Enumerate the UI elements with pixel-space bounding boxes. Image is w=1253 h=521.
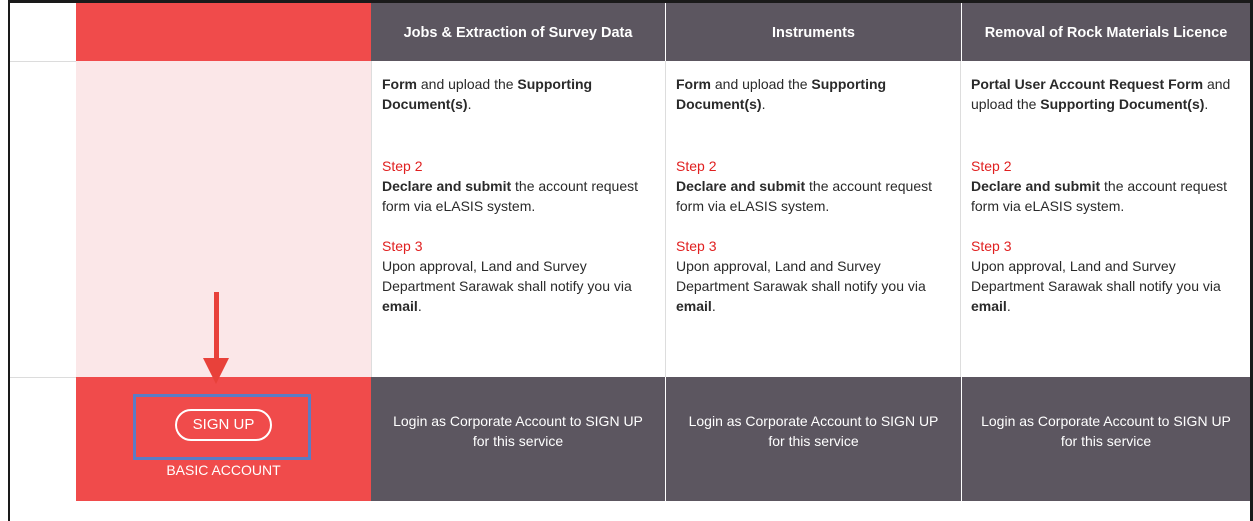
row-divider <box>10 61 76 62</box>
step3-title: Step 3 <box>971 238 1012 254</box>
corporate-login-note: Login as Corporate Account to SIGN UP fo… <box>393 413 643 449</box>
step2-title: Step 2 <box>676 158 717 174</box>
header-title: Instruments <box>772 25 855 41</box>
corporate-login-note: Login as Corporate Account to SIGN UP fo… <box>981 413 1231 449</box>
form-text-end: . <box>1204 96 1209 112</box>
form-text-end: . <box>467 96 472 112</box>
column-header-rock-materials: Removal of Rock Materials Licence <box>962 3 1250 61</box>
step2-block: Step 2 Declare and submit the account req… <box>971 156 1238 216</box>
step3-block: Step 3 Upon approval, Land and Survey Dep… <box>676 236 948 316</box>
form-text: and upload the <box>417 76 518 92</box>
step2-bold: Declare and submit <box>971 178 1101 194</box>
body-partial-text <box>382 61 665 67</box>
step2-title: Step 2 <box>382 158 423 174</box>
form-bold: Form <box>382 76 417 92</box>
step1-text: Form and upload the Supporting Document(… <box>676 74 948 114</box>
step2-block: Step 2 Declare and submit the account req… <box>382 156 653 216</box>
corporate-login-note: Login as Corporate Account to SIGN UP fo… <box>688 413 939 449</box>
step3-text: Upon approval, Land and Survey Departmen… <box>382 258 632 294</box>
body-partial-text <box>676 61 960 67</box>
form-text: and upload the <box>711 76 812 92</box>
column-footer-instruments: Login as Corporate Account to SIGN UP fo… <box>666 377 961 501</box>
step3-title: Step 3 <box>382 238 423 254</box>
step2-block: Step 2 Declare and submit the account req… <box>676 156 948 216</box>
form-bold: Form <box>676 76 711 92</box>
step3-block: Step 3 Upon approval, Land and Survey Dep… <box>382 236 653 316</box>
step3-block: Step 3 Upon approval, Land and Survey Dep… <box>971 236 1238 316</box>
step3-text: Upon approval, Land and Survey Departmen… <box>676 258 926 294</box>
basic-column-body <box>76 61 371 377</box>
down-arrow-icon <box>214 292 219 360</box>
header-title: Jobs & Extraction of Survey Data <box>403 25 633 41</box>
row-divider <box>10 377 76 378</box>
form-bold: Portal User Account Request Form <box>971 76 1204 92</box>
step3-text: Upon approval, Land and Survey Departmen… <box>971 258 1221 294</box>
basic-account-label: BASIC ACCOUNT <box>166 462 281 478</box>
column-body-survey-data: Form and upload the Supporting Document(… <box>371 61 665 377</box>
basic-column-header <box>76 3 371 61</box>
down-arrow-head-icon <box>203 358 229 384</box>
header-title: Removal of Rock Materials Licence <box>984 25 1228 41</box>
step2-title: Step 2 <box>971 158 1012 174</box>
body-partial-text <box>971 61 1250 67</box>
step3-end: . <box>1006 298 1011 314</box>
supporting-doc-bold: Supporting Document(s) <box>1040 96 1205 112</box>
step3-title: Step 3 <box>676 238 717 254</box>
step3-end: . <box>417 298 422 314</box>
email-bold: email <box>382 298 418 314</box>
column-header-instruments: Instruments <box>666 3 961 61</box>
column-body-rock-materials: Portal User Account Request Form and upl… <box>960 61 1250 377</box>
step1-text: Portal User Account Request Form and upl… <box>971 74 1238 114</box>
step2-bold: Declare and submit <box>676 178 806 194</box>
email-bold: email <box>971 298 1007 314</box>
email-bold: email <box>676 298 712 314</box>
column-body-instruments: Form and upload the Supporting Document(… <box>665 61 960 377</box>
header-partial-text <box>962 3 1250 11</box>
form-text-end: . <box>761 96 766 112</box>
column-footer-survey-data: Login as Corporate Account to SIGN UP fo… <box>371 377 665 501</box>
column-footer-rock-materials: Login as Corporate Account to SIGN UP fo… <box>962 377 1250 501</box>
header-partial-text <box>371 3 665 11</box>
step3-end: . <box>711 298 716 314</box>
sign-up-button[interactable]: SIGN UP <box>175 409 272 441</box>
screenshot-frame-left <box>8 0 10 521</box>
column-header-survey-data: Jobs & Extraction of Survey Data <box>371 3 665 61</box>
step2-bold: Declare and submit <box>382 178 512 194</box>
header-partial-text <box>666 3 961 11</box>
step1-text: Form and upload the Supporting Document(… <box>382 74 653 114</box>
